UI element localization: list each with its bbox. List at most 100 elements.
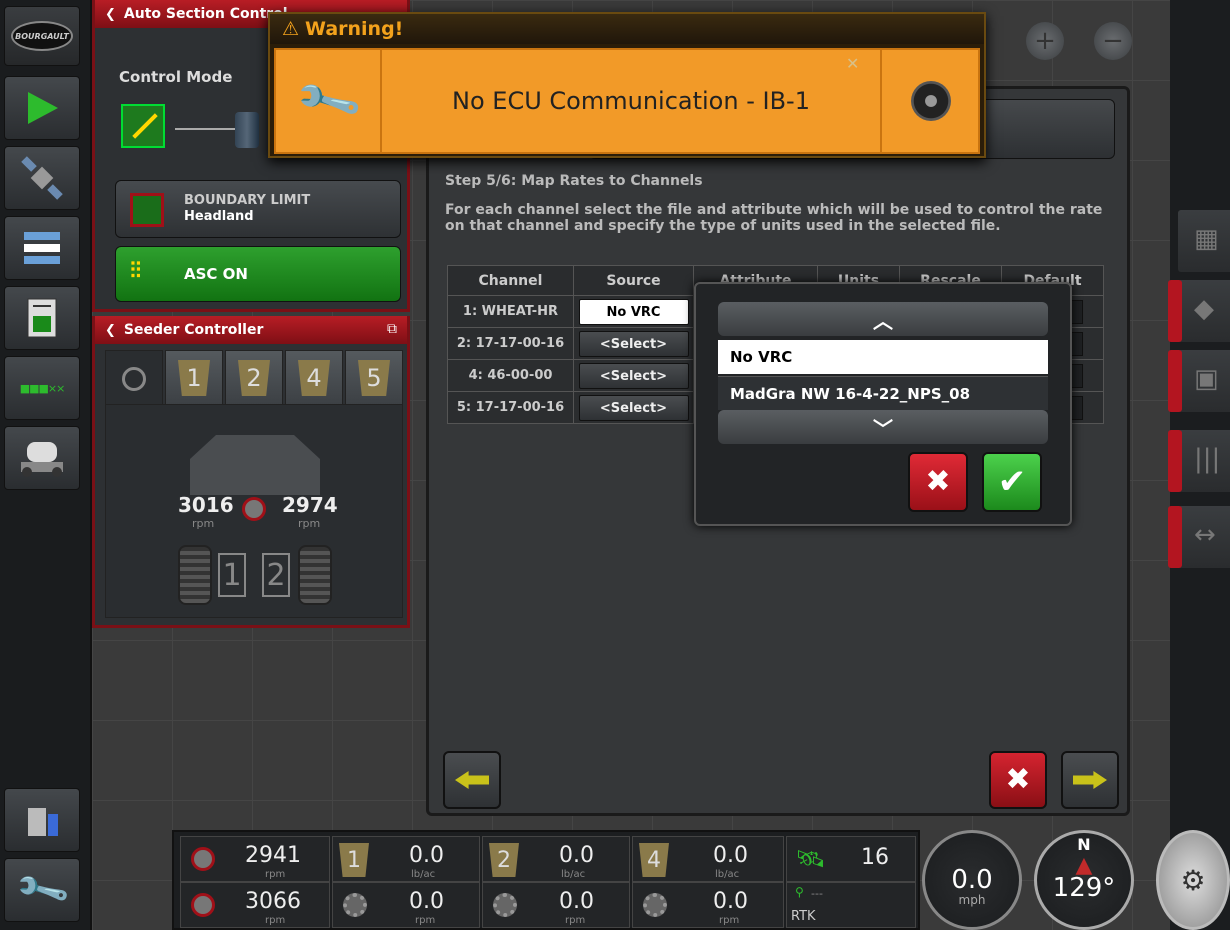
red-tab xyxy=(1168,280,1182,342)
tab-tank-4[interactable]: 4 xyxy=(285,350,343,406)
warning-wrench-cell[interactable]: 🔧 xyxy=(276,50,382,152)
sections-icon: ■■■×× xyxy=(19,381,66,395)
arrow-left-icon xyxy=(455,771,489,789)
sidebar-gps-button[interactable] xyxy=(4,146,80,210)
seeder-diagram: 3016 rpm 2974 rpm 1 2 xyxy=(105,404,403,618)
channel-cell: 1: WHEAT-HR xyxy=(447,295,574,328)
rate-unit: lb/ac xyxy=(715,869,740,880)
gps-sats-cell[interactable]: 🛰 16 xyxy=(786,836,916,882)
control-mode-slider[interactable] xyxy=(235,112,259,148)
source-select[interactable]: <Select> xyxy=(578,394,689,421)
tank1-rate-cell[interactable]: 1 0.0 lb/ac xyxy=(332,836,480,882)
right-guidelines-button[interactable]: ||| xyxy=(1168,430,1230,492)
signal-icon: ⚲ xyxy=(795,885,804,899)
channel-cell: 5: 17-17-00-16 xyxy=(447,391,574,424)
step-title: Step 5/6: Map Rates to Channels xyxy=(445,173,703,189)
sidebar-settings-list-button[interactable] xyxy=(4,216,80,280)
tank4-meter-rpm: 0.0 xyxy=(713,889,748,914)
tab-tank-5[interactable]: 5 xyxy=(345,350,403,406)
asc-toggle-button[interactable]: ⫶⫶ ASC ON xyxy=(115,246,401,302)
zoom-in-button[interactable]: + xyxy=(1026,22,1064,60)
control-mode-icon[interactable] xyxy=(121,104,165,148)
seeder-icon xyxy=(21,442,63,477)
tank4-rate: 0.0 xyxy=(713,843,748,868)
red-tab xyxy=(1168,430,1182,492)
scroll-up-button[interactable]: ︿ xyxy=(718,302,1048,336)
sidebar-tools-button[interactable]: 🔧 xyxy=(4,858,80,922)
warning-triangle-icon: ⚠ xyxy=(282,18,300,40)
fan-icon xyxy=(191,893,215,917)
rpm-unit: rpm xyxy=(565,915,586,926)
right-layers-button[interactable]: ▣ xyxy=(1168,350,1230,412)
guide-lines-icon: ||| xyxy=(1194,444,1221,474)
check-icon: ✔ xyxy=(997,462,1027,502)
sidebar-seeder-button[interactable] xyxy=(4,426,80,490)
source-select[interactable]: <Select> xyxy=(578,330,689,357)
implement-view-button[interactable]: ⚙ xyxy=(1156,830,1230,930)
sidebar-sections-button[interactable]: ■■■×× xyxy=(4,356,80,420)
sidebar-data-button[interactable] xyxy=(4,788,80,852)
tab-tank-2[interactable]: 2 xyxy=(225,350,283,406)
right-nudge-button[interactable]: ↔ xyxy=(1168,506,1230,568)
tank2-meter-rpm: 0.0 xyxy=(559,889,594,914)
zoom-out-button[interactable]: − xyxy=(1094,22,1132,60)
chevron-down-icon: ﹀ xyxy=(873,416,893,441)
gps-status-cell[interactable]: ⚲ --- RTK xyxy=(786,882,916,928)
cancel-wizard-button[interactable]: ✖ xyxy=(989,751,1047,809)
dropdown-option[interactable]: No VRC xyxy=(718,340,1048,374)
dropdown-cancel-button[interactable]: ✖ xyxy=(908,452,968,512)
tank4-meter-cell[interactable]: 0.0 rpm xyxy=(632,882,784,928)
implement-icon: ⚙ xyxy=(1180,863,1206,897)
fan-icon xyxy=(242,497,266,521)
fan1-rpm-unit: rpm xyxy=(265,869,286,880)
speed-gauge[interactable]: 0.0 mph xyxy=(922,830,1022,930)
tank2-rate-cell[interactable]: 2 0.0 lb/ac xyxy=(482,836,630,882)
wrench-icon: 🔧 xyxy=(291,65,365,138)
fan2-cell[interactable]: 3066 rpm xyxy=(180,882,330,928)
scroll-down-button[interactable]: ﹀ xyxy=(718,410,1048,444)
right-erase-button[interactable]: ◆ xyxy=(1168,280,1230,342)
fan1-cell[interactable]: 2941 rpm xyxy=(180,836,330,882)
tab-fan[interactable] xyxy=(105,350,163,406)
logo-text: BOURGAULT xyxy=(11,21,73,51)
next-button[interactable] xyxy=(1061,751,1119,809)
sidebar-guidance-button[interactable] xyxy=(4,76,80,140)
dropdown-option[interactable]: MadGra NW 16-4-22_NPS_08 xyxy=(718,376,1048,410)
brand-logo[interactable]: BOURGAULT xyxy=(4,6,80,66)
tank-icon: 2 xyxy=(489,843,519,877)
source-select[interactable]: <Select> xyxy=(578,362,689,389)
map-layers-icon: ▣ xyxy=(1194,364,1219,394)
popout-icon[interactable]: ⧉ xyxy=(387,321,397,337)
gear-icon xyxy=(493,893,517,917)
tank1-meter-cell[interactable]: 0.0 rpm xyxy=(332,882,480,928)
seeder-header[interactable]: ❮ Seeder Controller xyxy=(95,316,407,344)
back-button[interactable] xyxy=(443,751,501,809)
heading-compass[interactable]: N ▲ 129° xyxy=(1034,830,1134,930)
boundary-value: Headland xyxy=(184,209,254,224)
dismiss-icon[interactable]: ✕ xyxy=(846,54,859,73)
warning-header: ⚠ Warning! xyxy=(270,14,984,44)
gps-age: --- xyxy=(811,887,823,900)
tab-tank-1[interactable]: 1 xyxy=(165,350,223,406)
wheel-left xyxy=(178,545,212,605)
right-map-button[interactable]: ▦ xyxy=(1178,210,1230,272)
boundary-limit-button[interactable]: BOUNDARY LIMIT Headland xyxy=(115,180,401,238)
trash-icon xyxy=(28,808,58,836)
red-tab xyxy=(1168,350,1182,412)
play-triangle-icon xyxy=(28,92,58,124)
dropdown-confirm-button[interactable]: ✔ xyxy=(982,452,1042,512)
tank4-rate-cell[interactable]: 4 0.0 lb/ac xyxy=(632,836,784,882)
sidebar-report-button[interactable] xyxy=(4,286,80,350)
fan-icon xyxy=(122,366,146,391)
gear-icon xyxy=(343,893,367,917)
tank2-meter-cell[interactable]: 0.0 rpm xyxy=(482,882,630,928)
rpm-unit-left: rpm xyxy=(192,517,215,530)
eraser-icon: ◆ xyxy=(1194,294,1214,324)
source-select[interactable]: No VRC xyxy=(578,298,689,325)
warning-mute-button[interactable] xyxy=(880,50,980,152)
boundary-text: BOUNDARY LIMIT Headland xyxy=(184,193,310,225)
zoom-out-icon: − xyxy=(1102,26,1124,56)
control-mode-label: Control Mode xyxy=(119,68,233,86)
control-mode-track xyxy=(175,128,235,130)
tank-icon: 4 xyxy=(639,843,669,877)
